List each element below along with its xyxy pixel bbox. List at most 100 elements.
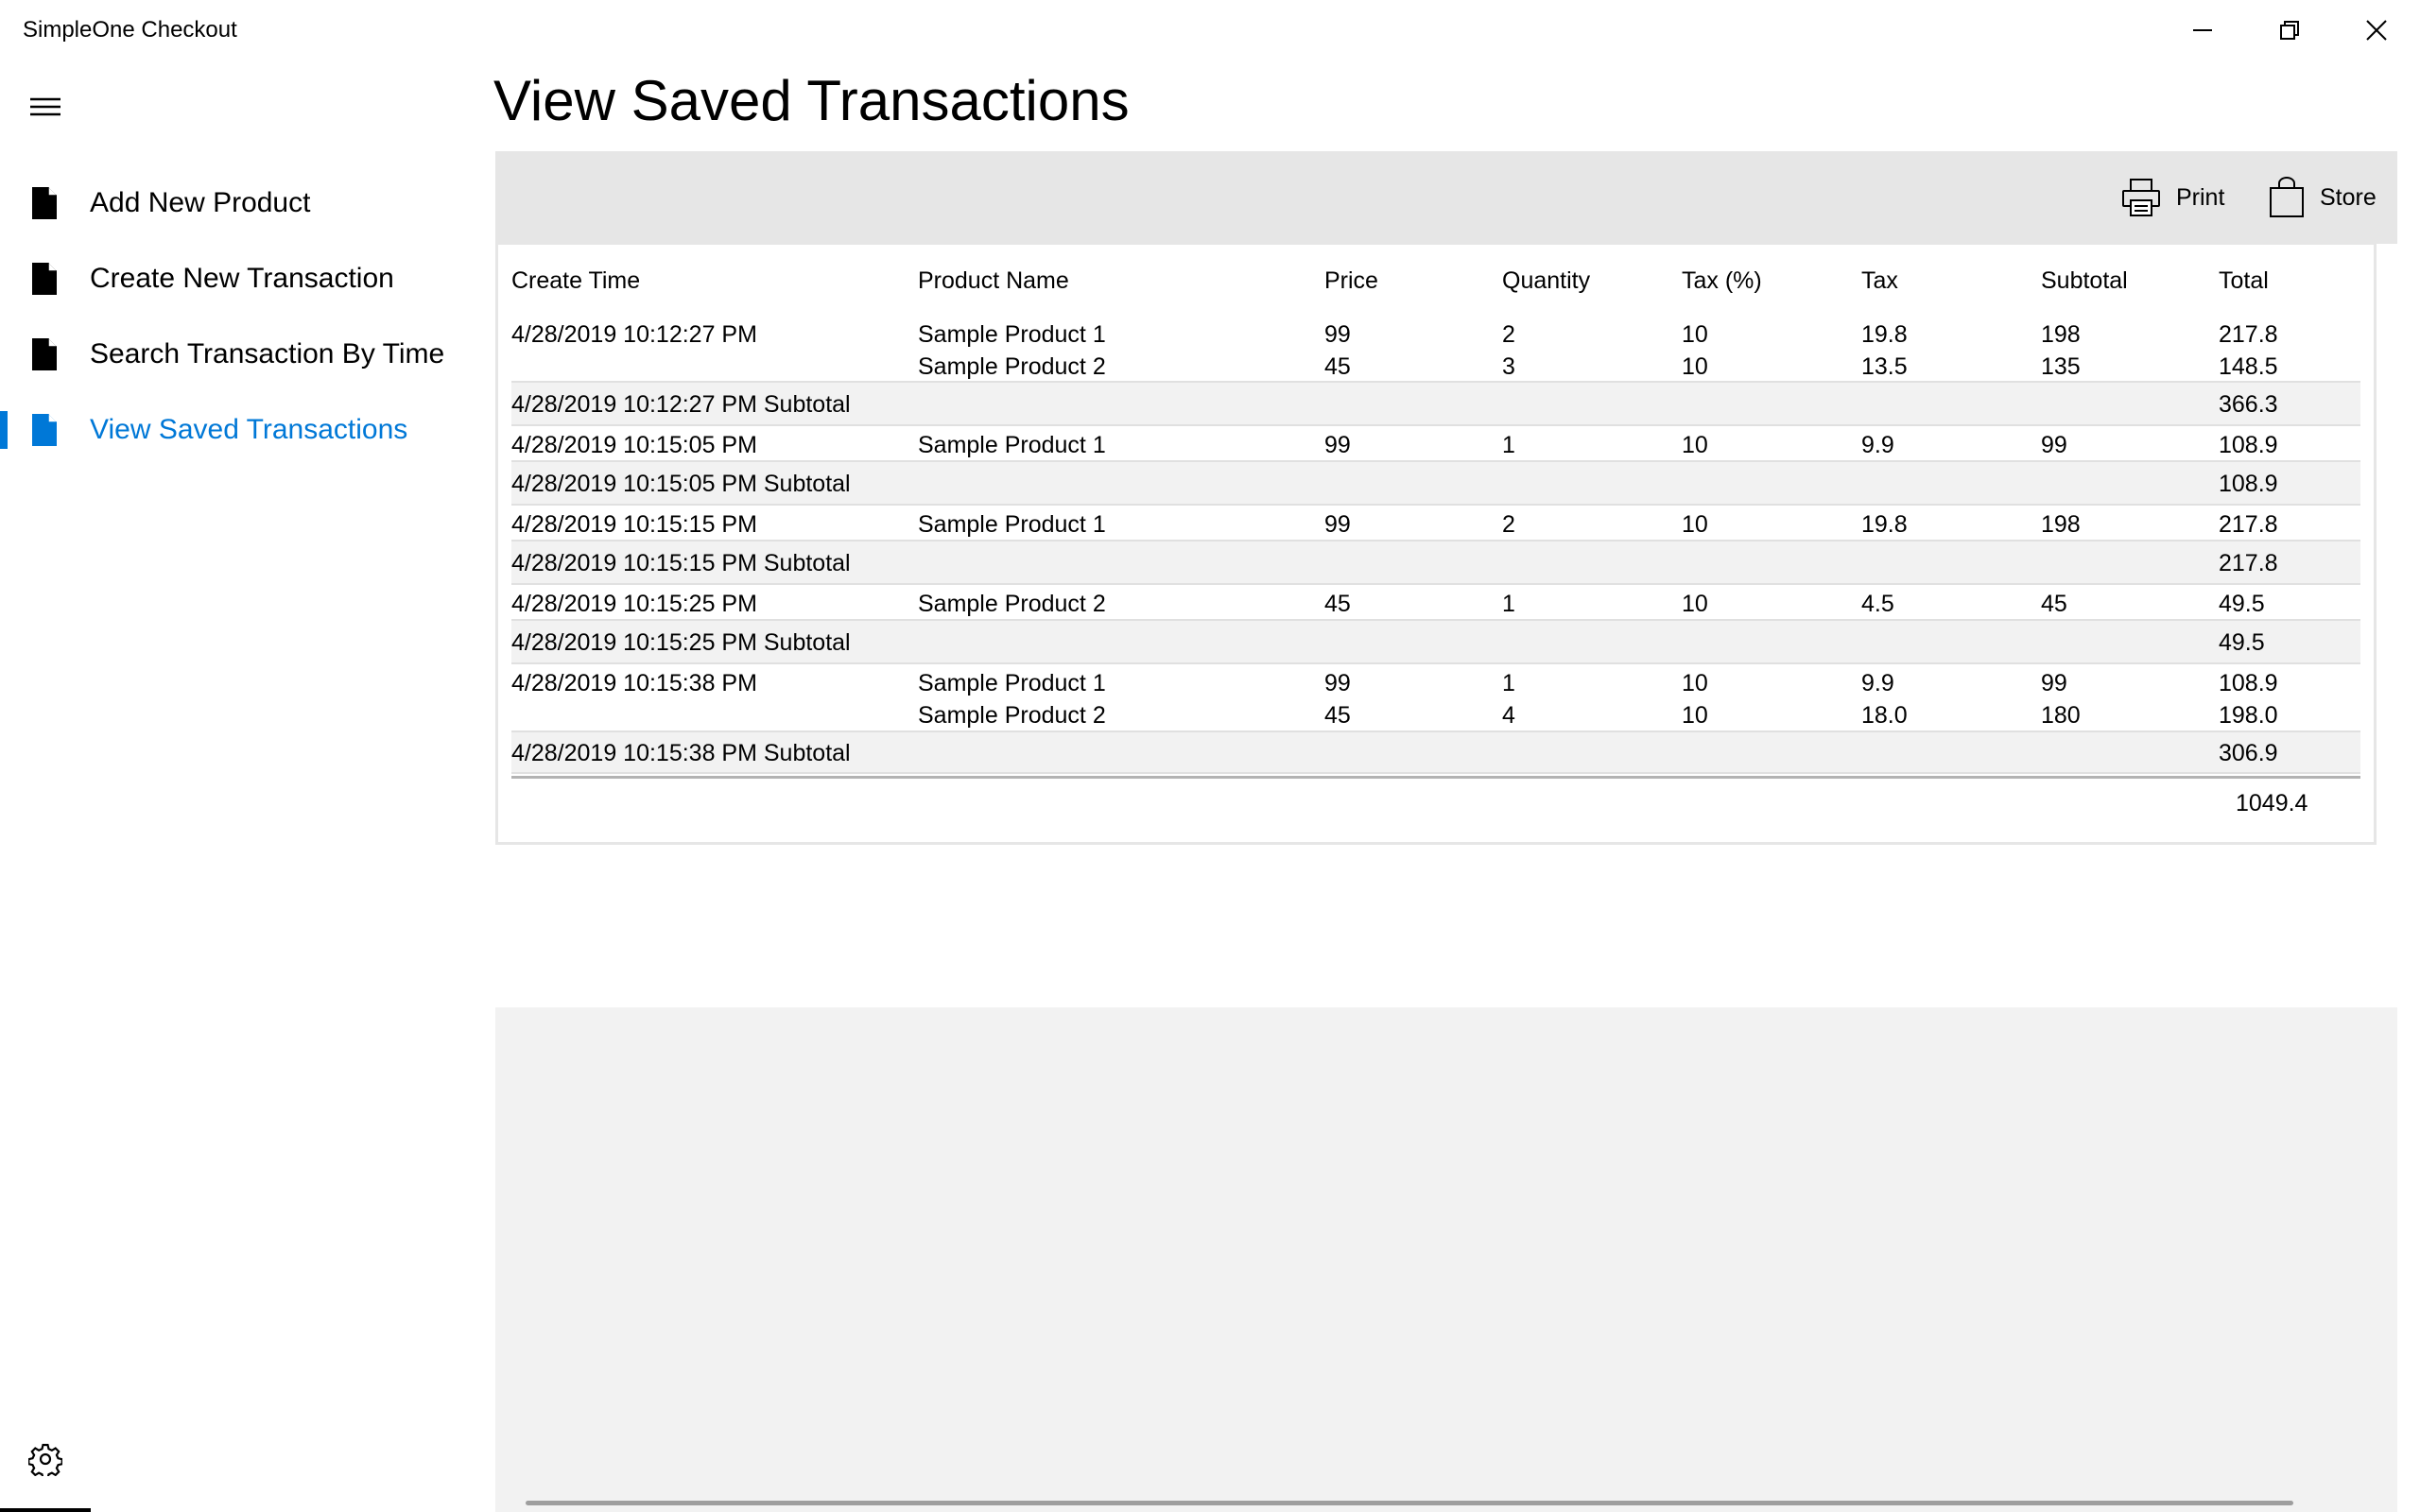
transaction-time: 4/28/2019 10:15:25 PM <box>511 591 757 617</box>
shopping-bag-icon <box>2270 177 2304 217</box>
close-icon <box>2366 20 2387 41</box>
tax-percent: 10 <box>1682 702 1708 729</box>
line-subtotal: 180 <box>2041 702 2081 729</box>
tax-percent: 10 <box>1682 432 1708 458</box>
subtotal-row: 4/28/2019 10:15:38 PM Subtotal 306.9 <box>511 730 2360 774</box>
tax: 13.5 <box>1861 353 1908 380</box>
tax: 18.0 <box>1861 702 1908 729</box>
line-subtotal: 135 <box>2041 353 2081 380</box>
subtotal-total: 306.9 <box>2219 740 2278 766</box>
line-total: 217.8 <box>2219 511 2278 538</box>
tax: 19.8 <box>1861 321 1908 348</box>
store-label: Store <box>2320 183 2377 211</box>
line-total: 108.9 <box>2219 432 2278 458</box>
column-header-total[interactable]: Total <box>2219 267 2269 305</box>
subtotal-total: 366.3 <box>2219 391 2278 418</box>
horizontal-scrollbar[interactable] <box>526 1501 2293 1505</box>
column-header-create-time[interactable]: Create Time <box>511 267 640 305</box>
line-subtotal: 45 <box>2041 591 2067 617</box>
subtotal-row: 4/28/2019 10:15:25 PM Subtotal 49.5 <box>511 619 2360 664</box>
subtotal-label: 4/28/2019 10:15:15 PM Subtotal <box>511 550 851 576</box>
price: 45 <box>1324 591 1351 617</box>
price: 45 <box>1324 702 1351 729</box>
subtotal-total: 217.8 <box>2219 550 2278 576</box>
nav-item-search-transaction-by-time[interactable]: Search Transaction By Time <box>0 317 495 392</box>
column-header-quantity[interactable]: Quantity <box>1502 267 1590 305</box>
restore-icon <box>2280 21 2299 40</box>
nav-item-label: Add New Product <box>90 187 311 218</box>
subtotal-row: 4/28/2019 10:15:15 PM Subtotal 217.8 <box>511 540 2360 585</box>
tax: 19.8 <box>1861 511 1908 538</box>
settings-button[interactable] <box>27 1442 63 1480</box>
tax: 4.5 <box>1861 591 1894 617</box>
subtotal-row: 4/28/2019 10:12:27 PM Subtotal 366.3 <box>511 381 2360 426</box>
tax-percent: 10 <box>1682 591 1708 617</box>
document-icon <box>32 414 57 446</box>
column-header-price[interactable]: Price <box>1324 267 1378 305</box>
gear-icon <box>27 1443 63 1480</box>
selection-indicator <box>0 411 8 449</box>
transactions-table: Create Time Product Name Price Quantity … <box>495 242 2377 845</box>
transaction-time: 4/28/2019 10:15:38 PM <box>511 670 757 696</box>
line-total: 108.9 <box>2219 670 2278 696</box>
line-subtotal: 99 <box>2041 432 2067 458</box>
hamburger-menu-button[interactable] <box>28 94 62 121</box>
line-subtotal: 198 <box>2041 511 2081 538</box>
product-name: Sample Product 1 <box>918 321 1106 348</box>
nav-item-view-saved-transactions[interactable]: View Saved Transactions <box>0 392 495 468</box>
tax: 9.9 <box>1861 432 1894 458</box>
command-bar: Print Store <box>495 151 2397 244</box>
divider <box>0 1508 91 1512</box>
print-button[interactable]: Print <box>2121 172 2224 223</box>
close-button[interactable] <box>2333 0 2420 60</box>
restore-button[interactable] <box>2246 0 2333 60</box>
quantity: 4 <box>1502 702 1515 729</box>
title-bar: SimpleOne Checkout <box>0 0 2420 60</box>
column-header-tax[interactable]: Tax <box>1861 267 1898 305</box>
product-name: Sample Product 2 <box>918 591 1106 617</box>
price: 99 <box>1324 670 1351 696</box>
quantity: 2 <box>1502 321 1515 348</box>
nav-item-create-new-transaction[interactable]: Create New Transaction <box>0 241 495 317</box>
document-icon <box>32 263 57 295</box>
line-subtotal: 198 <box>2041 321 2081 348</box>
subtotal-label: 4/28/2019 10:15:25 PM Subtotal <box>511 629 851 656</box>
line-total: 49.5 <box>2219 591 2265 617</box>
details-panel <box>495 1007 2397 1512</box>
quantity: 1 <box>1502 591 1515 617</box>
printer-icon <box>2122 179 2160 216</box>
tax-percent: 10 <box>1682 353 1708 380</box>
column-header-product-name[interactable]: Product Name <box>918 267 1069 305</box>
nav-item-add-new-product[interactable]: Add New Product <box>0 165 495 241</box>
grand-total-divider <box>511 776 2360 779</box>
tax: 9.9 <box>1861 670 1894 696</box>
page-title: View Saved Transactions <box>493 69 1130 132</box>
subtotal-label: 4/28/2019 10:15:05 PM Subtotal <box>511 471 851 497</box>
subtotal-row: 4/28/2019 10:15:05 PM Subtotal 108.9 <box>511 460 2360 506</box>
quantity: 2 <box>1502 511 1515 538</box>
subtotal-total: 108.9 <box>2219 471 2278 497</box>
transaction-time: 4/28/2019 10:15:15 PM <box>511 511 757 538</box>
price: 99 <box>1324 321 1351 348</box>
nav-item-label: Search Transaction By Time <box>90 338 445 369</box>
price: 99 <box>1324 432 1351 458</box>
quantity: 3 <box>1502 353 1515 380</box>
nav-item-label: Create New Transaction <box>90 263 394 294</box>
store-button[interactable]: Store <box>2269 172 2377 223</box>
column-header-tax-pct[interactable]: Tax (%) <box>1682 267 1762 305</box>
subtotal-label: 4/28/2019 10:15:38 PM Subtotal <box>511 740 851 766</box>
transaction-time: 4/28/2019 10:12:27 PM <box>511 321 757 348</box>
minimize-icon <box>2193 29 2212 31</box>
print-label: Print <box>2176 183 2225 211</box>
product-name: Sample Product 1 <box>918 511 1106 538</box>
subtotal-label: 4/28/2019 10:12:27 PM Subtotal <box>511 391 851 418</box>
transaction-time: 4/28/2019 10:15:05 PM <box>511 432 757 458</box>
product-name: Sample Product 1 <box>918 670 1106 696</box>
minimize-button[interactable] <box>2159 0 2246 60</box>
quantity: 1 <box>1502 670 1515 696</box>
grand-total: 1049.4 <box>2236 790 2308 816</box>
price: 45 <box>1324 353 1351 380</box>
app-title: SimpleOne Checkout <box>23 17 237 43</box>
column-header-subtotal[interactable]: Subtotal <box>2041 267 2128 305</box>
line-total: 148.5 <box>2219 353 2278 380</box>
